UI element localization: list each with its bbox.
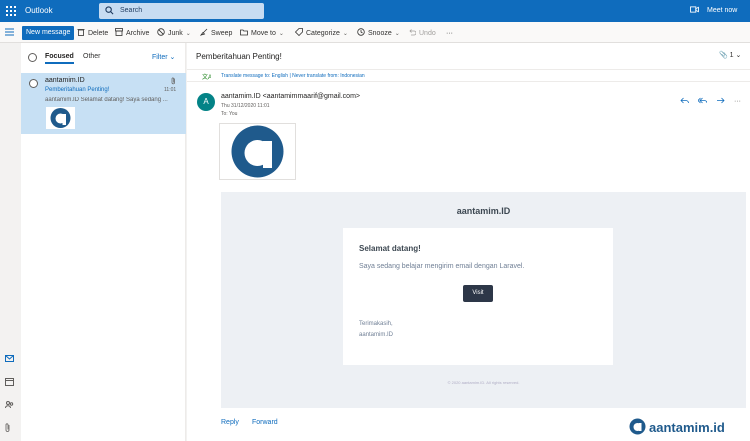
email-heading: Selamat datang!: [359, 244, 421, 253]
chevron-down-icon: ⌄: [735, 52, 742, 59]
attachment-count[interactable]: 📎 1 ⌄: [719, 51, 741, 59]
categorize-label: Categorize: [306, 29, 340, 37]
email-subject: Pemberitahuan Penting!: [196, 52, 282, 61]
filter-button[interactable]: Filter ⌄: [152, 53, 175, 61]
chevron-down-icon: ⌄: [278, 30, 284, 37]
watermark-text: aantamim.id: [649, 420, 725, 435]
folder-move-icon: [240, 28, 248, 38]
avatar[interactable]: A: [197, 93, 215, 111]
translate-link[interactable]: Translate message to: English | Never tr…: [221, 73, 365, 79]
reply-button[interactable]: Reply: [221, 419, 239, 426]
clock-icon: [357, 28, 365, 38]
inbox-tabs: Focused Other Filter ⌄: [21, 43, 186, 73]
move-to-button[interactable]: Move to ⌄: [240, 26, 284, 40]
select-all-checkbox[interactable]: [28, 53, 37, 62]
email-paragraph: Saya sedang belajar mengirim email denga…: [359, 263, 525, 270]
trash-icon: [77, 28, 85, 38]
chevron-down-icon: ⌄: [394, 30, 400, 37]
attachment-thumbnail[interactable]: [46, 107, 75, 129]
translate-bar: 文A Translate message to: English | Never…: [187, 69, 750, 82]
email-signature: aantamim.ID: [359, 332, 394, 338]
watermark: aantamim.id: [629, 418, 725, 437]
email-body: aantamim.ID Selamat datang! Saya sedang …: [221, 192, 746, 408]
attach-files-icon[interactable]: [5, 423, 11, 434]
search-placeholder: Search: [120, 7, 143, 14]
sweep-label: Sweep: [211, 29, 233, 37]
block-icon: [157, 28, 165, 38]
chevron-down-icon: ⌄: [342, 30, 348, 37]
archive-label: Archive: [126, 29, 150, 37]
select-message-radio[interactable]: [29, 79, 38, 88]
left-rail: [0, 43, 20, 441]
broom-icon: [199, 28, 208, 38]
move-to-label: Move to: [251, 29, 276, 37]
sent-date: Thu 31/12/2020 11:01: [221, 103, 270, 109]
undo-label: Undo: [419, 29, 436, 37]
visit-button[interactable]: Visit: [463, 285, 493, 302]
meet-now-label: Meet now: [707, 7, 738, 14]
paperclip-icon: 📎: [719, 52, 728, 59]
reply-icon[interactable]: [680, 97, 689, 106]
junk-button[interactable]: Junk ⌄: [157, 26, 191, 40]
calendar-icon[interactable]: [5, 378, 14, 388]
search-box[interactable]: Search: [99, 3, 264, 19]
tab-other[interactable]: Other: [83, 53, 101, 60]
new-message-button[interactable]: New message: [22, 26, 75, 40]
delete-label: Delete: [88, 29, 109, 37]
categorize-button[interactable]: Categorize ⌄: [294, 26, 348, 40]
message-sender: aantamim.ID: [45, 77, 85, 84]
filter-label: Filter: [152, 54, 168, 61]
tab-focused[interactable]: Focused: [45, 53, 74, 64]
undo-button[interactable]: Undo: [408, 26, 436, 40]
more-commands-button[interactable]: ···: [446, 26, 453, 40]
list-item[interactable]: aantamim.ID Pemberitahuan Penting! 11:01…: [21, 73, 186, 134]
reading-pane: Pemberitahuan Penting! 📎 1 ⌄ 文A Translat…: [187, 43, 750, 441]
top-bar: Outlook Search Meet now: [0, 0, 750, 22]
command-bar: New message Delete Archive Junk ⌄ Sweep …: [0, 22, 750, 43]
hamburger-menu-icon[interactable]: [5, 28, 14, 38]
forward-icon[interactable]: [716, 97, 725, 106]
svg-text:文A: 文A: [202, 73, 211, 80]
tag-icon: [294, 28, 303, 38]
message-list: Focused Other Filter ⌄ aantamim.ID Pembe…: [21, 43, 186, 441]
sender-address[interactable]: aantamim.ID <aantamimmaarif@gmail.com>: [221, 93, 360, 100]
message-time: 11:01: [164, 87, 177, 93]
message-preview: aantamim.ID Selamat datang! Saya sedang …: [45, 97, 168, 103]
app-title[interactable]: Outlook: [25, 6, 53, 15]
message-actions: ···: [680, 97, 741, 106]
delete-button[interactable]: Delete: [77, 26, 108, 40]
attachment-count-value: 1: [729, 52, 734, 59]
header-logo-image: [219, 123, 296, 180]
reply-all-icon[interactable]: [697, 97, 708, 106]
undo-icon: [408, 28, 417, 38]
meet-now-button[interactable]: Meet now: [690, 6, 737, 15]
snooze-label: Snooze: [368, 29, 392, 37]
email-brand: aantamim.ID: [456, 206, 511, 216]
recipient-line: To: You: [221, 111, 238, 117]
email-footer: © 2020 aantamim.ID. All rights reserved.: [447, 380, 520, 385]
mail-icon[interactable]: [5, 355, 14, 364]
archive-icon: [115, 28, 123, 38]
app-launcher-icon[interactable]: [6, 6, 16, 16]
sweep-button[interactable]: Sweep: [199, 26, 233, 40]
video-camera-icon: [690, 6, 699, 15]
more-actions-icon[interactable]: ···: [734, 98, 741, 105]
search-icon: [105, 6, 114, 17]
forward-button[interactable]: Forward: [252, 419, 278, 426]
email-signoff: Terimakasih,: [359, 321, 393, 327]
people-icon[interactable]: [5, 400, 14, 411]
chevron-down-icon: ⌄: [169, 54, 176, 61]
email-card: Selamat datang! Saya sedang belajar meng…: [343, 228, 613, 365]
chevron-down-icon: ⌄: [185, 30, 191, 37]
translate-icon: 文A: [202, 73, 212, 82]
junk-label: Junk: [168, 29, 183, 37]
message-subject: Pemberitahuan Penting!: [45, 87, 110, 93]
brand-logo-icon: [629, 418, 646, 437]
snooze-button[interactable]: Snooze ⌄: [357, 26, 400, 40]
paperclip-icon: [171, 77, 176, 87]
archive-button[interactable]: Archive: [115, 26, 149, 40]
